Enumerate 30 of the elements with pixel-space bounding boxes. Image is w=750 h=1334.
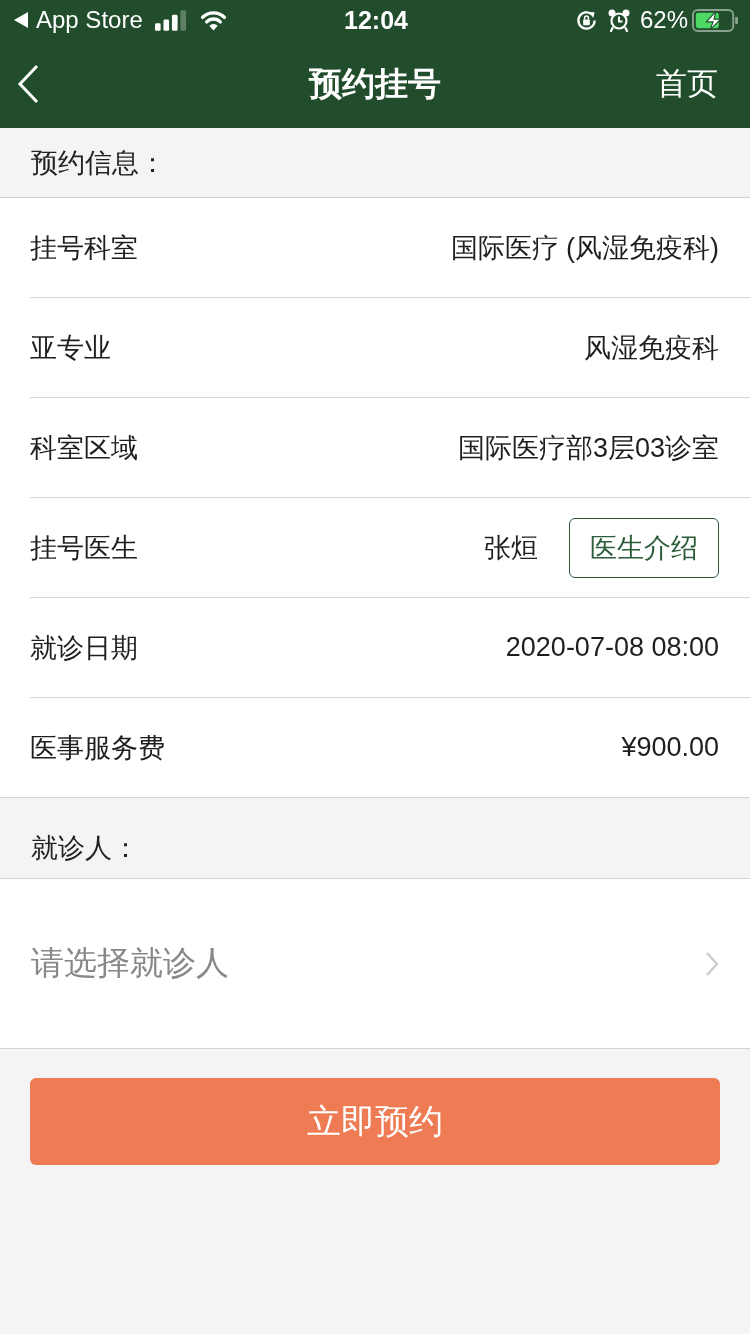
home-link[interactable]: 首页	[656, 63, 718, 105]
section-title: 预约信息：	[31, 146, 166, 180]
doctor-intro-button[interactable]: 医生介绍	[569, 517, 719, 578]
row-label: 挂号医生	[30, 531, 138, 565]
patient-picker[interactable]: 请选择就诊人	[0, 879, 750, 1048]
row-label: 科室区域	[30, 431, 138, 465]
back-to-app-link[interactable]: App Store	[14, 6, 143, 34]
row-label: 医事服务费	[30, 731, 165, 765]
back-triangle-icon	[14, 12, 28, 28]
rotation-lock-icon	[574, 8, 598, 32]
section-title: 就诊人：	[31, 832, 139, 865]
chevron-right-icon	[705, 950, 719, 977]
row-value: 风湿免疫科	[584, 331, 719, 365]
row-value: 张烜	[484, 531, 538, 565]
status-time: 12:04	[344, 6, 408, 34]
row-value: 2020-07-08 08:00	[505, 632, 719, 663]
row-label: 挂号科室	[30, 231, 138, 265]
alarm-clock-icon	[606, 8, 631, 32]
back-chevron-icon	[17, 64, 39, 104]
back-button[interactable]	[17, 64, 39, 104]
battery-charging-icon	[692, 8, 738, 32]
page-title: 预约挂号	[309, 63, 441, 104]
row-label: 就诊日期	[30, 631, 138, 665]
row-value: ¥900.00	[621, 732, 719, 763]
row-label: 亚专业	[30, 331, 111, 365]
signal-icon	[154, 9, 187, 31]
row-value: 国际医疗 (风湿免疫科)	[450, 231, 719, 265]
wifi-icon	[198, 8, 228, 32]
battery-percent: 62%	[639, 6, 688, 34]
row-value: 国际医疗部3层03诊室	[457, 431, 719, 465]
